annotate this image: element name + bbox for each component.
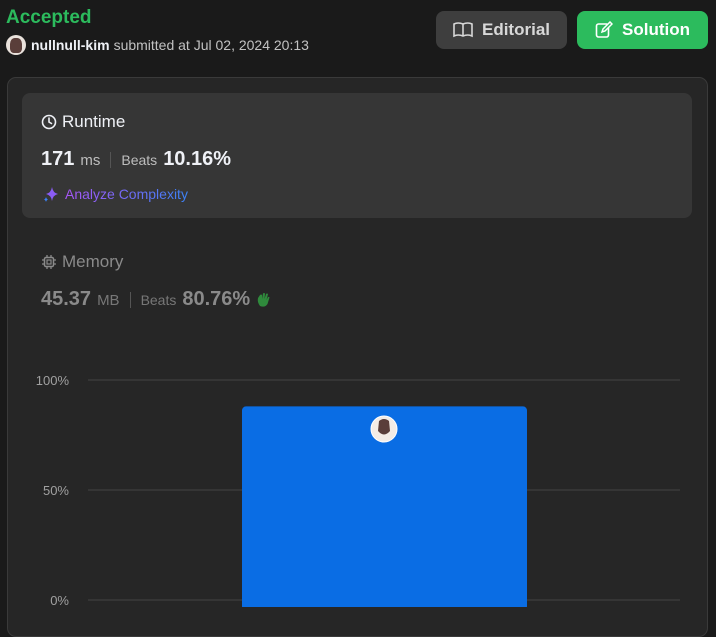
y-tick-label: 50% [43, 483, 69, 498]
y-tick-label: 0% [50, 593, 69, 607]
bar-avatar[interactable] [370, 415, 398, 443]
y-tick-label: 100% [36, 373, 70, 388]
runtime-distribution-chart: 0% 50% 100% [36, 373, 680, 607]
